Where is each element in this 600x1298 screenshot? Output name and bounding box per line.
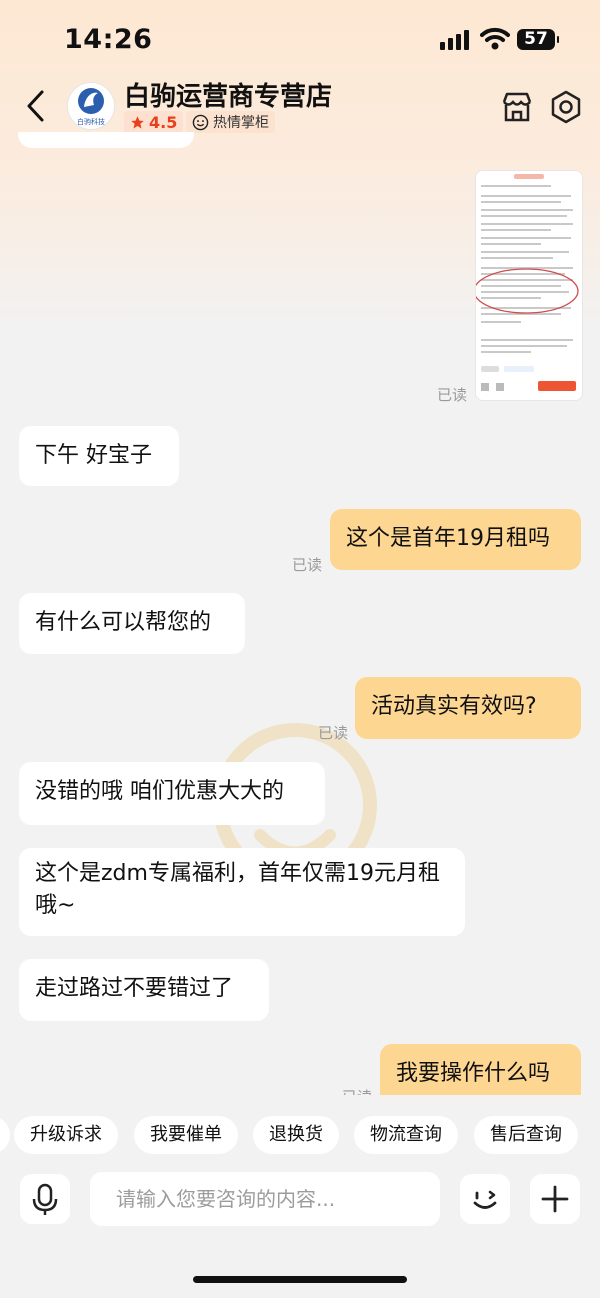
quick-action-chip-partial[interactable] xyxy=(0,1116,10,1154)
shared-screenshot-image[interactable] xyxy=(475,170,583,401)
quick-action-return[interactable]: 退换货 xyxy=(253,1116,339,1154)
shop-avatar[interactable]: 白驹科技 xyxy=(67,82,115,130)
smile-icon xyxy=(192,114,209,130)
message-incoming: 这个是zdm专属福利，首年仅需19元月租哦~ xyxy=(19,848,465,936)
read-receipt: 已读 xyxy=(342,1086,372,1095)
rating-badge: 4.5 xyxy=(124,111,184,133)
plus-icon xyxy=(541,1185,569,1213)
wifi-icon xyxy=(480,27,510,50)
shop-name[interactable]: 白驹运营商专营店 xyxy=(124,76,332,113)
logo-text: 白驹科技 xyxy=(77,117,105,126)
star-icon xyxy=(131,115,144,128)
quick-action-after-sales[interactable]: 售后查询 xyxy=(474,1116,578,1154)
message-incoming: 没错的哦 咱们优惠大大的 xyxy=(19,762,325,825)
quick-action-logistics[interactable]: 物流查询 xyxy=(354,1116,458,1154)
chat-header: 白驹科技 白驹运营商专营店 4.5 热情掌柜 xyxy=(0,70,600,140)
message-input[interactable] xyxy=(90,1172,440,1226)
message-outgoing: 这个是首年19月租吗 xyxy=(330,509,581,570)
status-bar: 14:26 57 xyxy=(0,0,600,70)
shop-badge: 热情掌柜 xyxy=(186,111,275,133)
cellular-signal-icon xyxy=(440,30,470,50)
message-incoming: 有什么可以帮您的 xyxy=(19,593,245,654)
settings-icon[interactable] xyxy=(548,89,584,125)
quick-action-upgrade[interactable]: 升级诉求 xyxy=(14,1116,118,1154)
home-indicator xyxy=(193,1276,407,1283)
quick-action-urge[interactable]: 我要催单 xyxy=(134,1116,238,1154)
store-icon[interactable] xyxy=(500,90,534,124)
battery-icon: 57 xyxy=(517,29,559,50)
read-receipt: 已读 xyxy=(318,724,349,742)
more-button[interactable] xyxy=(530,1174,580,1224)
microphone-icon xyxy=(32,1183,58,1215)
back-button[interactable] xyxy=(20,86,50,126)
voice-button[interactable] xyxy=(20,1174,70,1224)
previous-message-bubble xyxy=(18,132,194,148)
message-incoming: 下午 好宝子 xyxy=(19,426,179,486)
rating-value: 4.5 xyxy=(149,112,178,132)
badge-label: 热情掌柜 xyxy=(213,115,269,131)
read-receipt: 已读 xyxy=(292,556,323,574)
horse-logo-icon: 白驹科技 xyxy=(77,88,105,126)
emoji-button[interactable] xyxy=(460,1174,510,1224)
message-outgoing: 我要操作什么吗 xyxy=(380,1044,581,1095)
quick-action-bar: 升级诉求 我要催单 退换货 物流查询 售后查询 xyxy=(0,1110,600,1160)
read-receipt: 已读 xyxy=(437,386,468,404)
chat-area[interactable]: 已读 下午 好宝子 已读 这个是首年19月租吗 有什么可以帮您的 已读 活动真实… xyxy=(0,150,600,1095)
message-incoming: 走过路过不要错过了 xyxy=(19,959,269,1021)
emoji-wink-icon xyxy=(473,1190,497,1209)
message-outgoing: 活动真实有效吗? xyxy=(355,677,581,739)
status-time: 14:26 xyxy=(64,24,153,55)
input-area xyxy=(0,1160,600,1298)
